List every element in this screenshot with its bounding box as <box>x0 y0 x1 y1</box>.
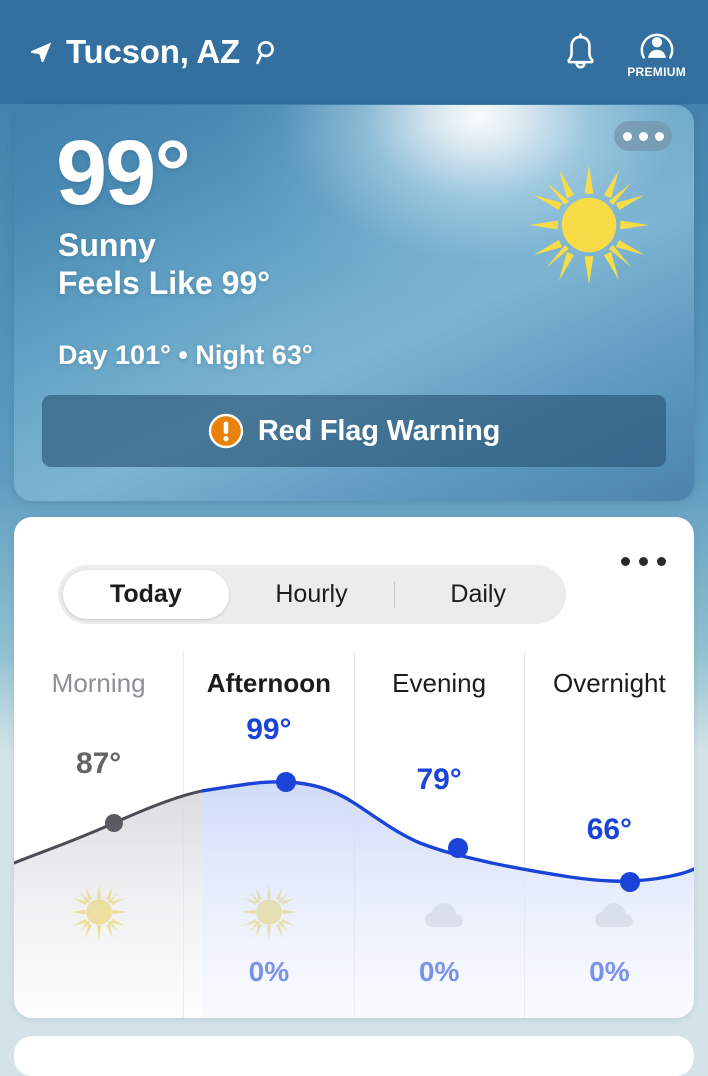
period-label-overnight: Overnight <box>553 668 666 698</box>
sun-icon <box>529 165 649 285</box>
forecast-column-evening[interactable]: Evening 79° 0% <box>353 651 524 1018</box>
period-label-afternoon: Afternoon <box>206 668 331 698</box>
premium-account-button[interactable]: PREMIUM <box>627 27 686 78</box>
menu-dot <box>621 557 630 566</box>
menu-dot <box>638 131 648 141</box>
header-actions: PREMIUM <box>564 27 686 78</box>
sun-icon <box>241 884 297 940</box>
bell-icon[interactable] <box>564 33 597 71</box>
alert-exclamation-icon <box>208 413 244 449</box>
period-label-morning: Morning <box>51 668 146 698</box>
menu-dot <box>657 557 666 566</box>
menu-dot <box>622 131 632 141</box>
period-temp-morning: 87° <box>75 747 122 780</box>
weather-alert-text: Red Flag Warning <box>257 414 501 447</box>
location-name: Tucson, AZ <box>66 33 240 70</box>
hero-overflow-menu-icon[interactable] <box>614 121 672 151</box>
menu-dot <box>654 131 664 141</box>
weather-app-screen: Tucson, AZ PREMIUM 99° Sunny Feels Like … <box>0 0 708 1076</box>
day-night-temperatures: Day 101° • Night 63° <box>58 340 313 370</box>
forecast-period-columns: Morning 87° Afternoon 99° 0% Evening 79°… <box>14 651 694 1018</box>
current-conditions-card[interactable]: 99° Sunny Feels Like 99° Day 101° • Nigh… <box>14 105 694 501</box>
period-temp-overnight: 66° <box>586 813 633 846</box>
weather-alert-banner[interactable]: Red Flag Warning <box>42 395 666 467</box>
feels-like-temperature: Feels Like 99° <box>58 265 271 301</box>
next-card-peek <box>14 1036 694 1076</box>
period-precip-overnight: 0% <box>589 956 630 987</box>
premium-label: PREMIUM <box>627 64 686 79</box>
tab-daily-label: Daily <box>450 580 506 608</box>
tab-hourly[interactable]: Hourly <box>229 570 395 619</box>
sun-icon <box>70 884 127 940</box>
search-icon[interactable] <box>254 39 281 66</box>
forecast-column-morning[interactable]: Morning 87° <box>14 651 183 1018</box>
tab-daily[interactable]: Daily <box>395 570 561 619</box>
current-condition: Sunny <box>58 227 156 263</box>
moon-cloud-icon <box>417 891 463 931</box>
account-avatar-icon <box>640 33 673 59</box>
tab-today-label: Today <box>109 580 182 608</box>
forecast-column-overnight[interactable]: Overnight 66° 0% <box>523 651 694 1018</box>
forecast-column-afternoon[interactable]: Afternoon 99° 0% <box>183 651 353 1018</box>
period-label-evening: Evening <box>392 668 487 698</box>
app-header: Tucson, AZ PREMIUM <box>0 0 708 104</box>
current-temperature: 99° <box>56 122 191 224</box>
forecast-card: Today Hourly Daily Morning 87° Afternoon… <box>14 517 694 1018</box>
menu-dot <box>639 557 648 566</box>
period-precip-evening: 0% <box>418 956 460 987</box>
forecast-overflow-menu-icon[interactable] <box>621 557 666 566</box>
location-selector[interactable]: Tucson, AZ <box>28 33 564 71</box>
period-precip-afternoon: 0% <box>248 956 290 987</box>
forecast-tab-bar: Today Hourly Daily <box>58 565 566 624</box>
navigation-arrow-icon <box>31 42 52 63</box>
tab-hourly-label: Hourly <box>275 580 348 608</box>
tab-today[interactable]: Today <box>63 570 229 619</box>
moon-cloud-icon <box>587 891 634 931</box>
period-temp-evening: 79° <box>416 763 462 796</box>
period-temp-afternoon: 99° <box>246 713 292 746</box>
